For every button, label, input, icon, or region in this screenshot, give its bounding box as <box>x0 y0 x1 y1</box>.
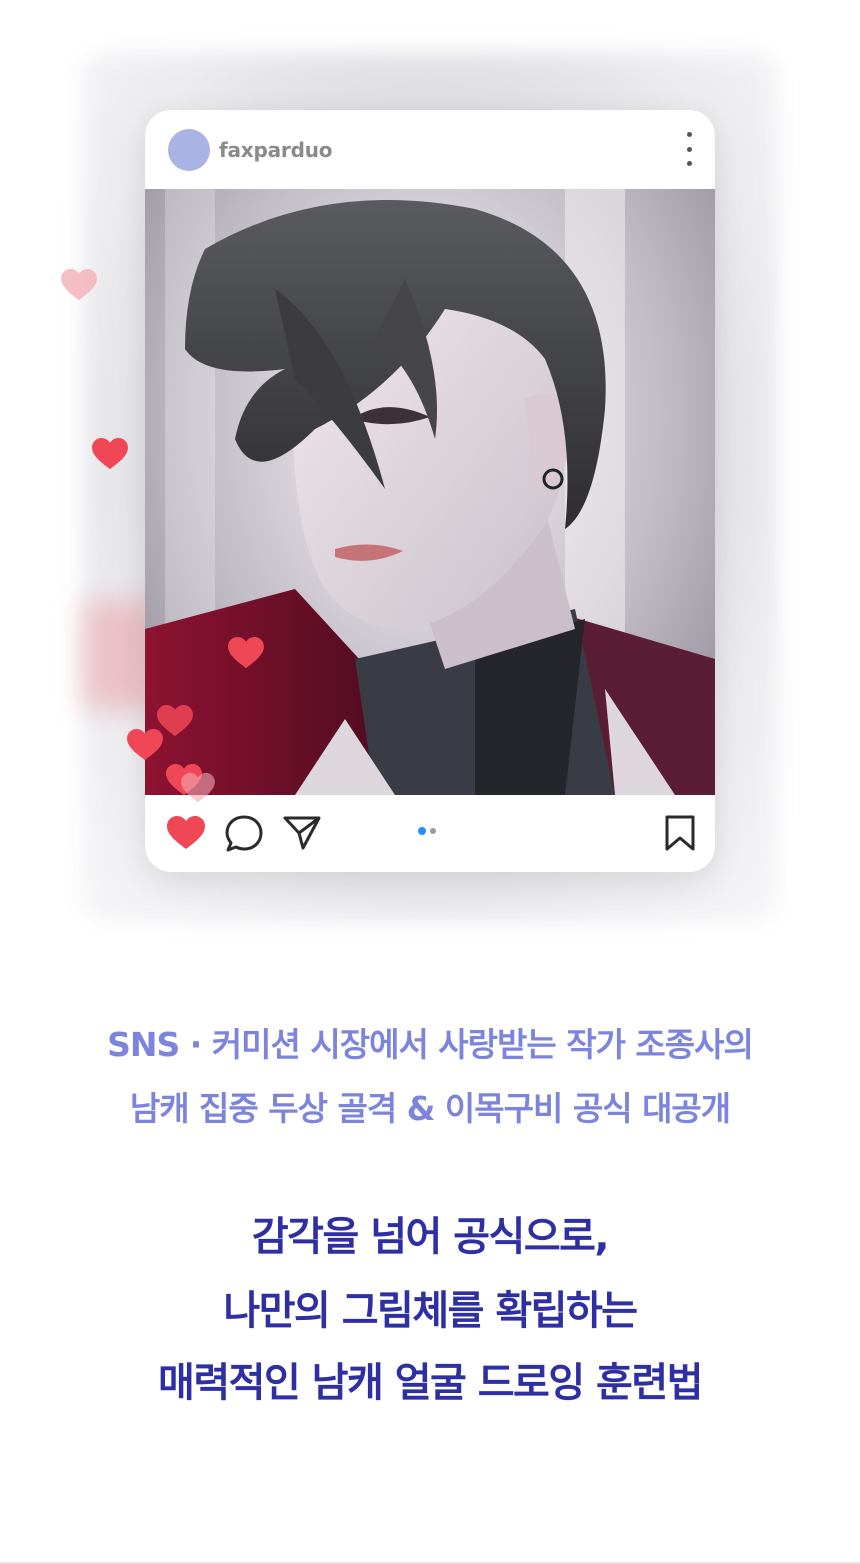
sns-post-card: faxparduo <box>145 110 715 872</box>
portrait-illustration <box>145 189 715 795</box>
post-username[interactable]: faxparduo <box>219 138 332 162</box>
floating-heart-icon <box>228 636 264 669</box>
bookmark-icon[interactable] <box>663 814 697 852</box>
comment-bubble-icon[interactable] <box>224 814 264 854</box>
headline-line-2: 나만의 그림체를 확립하는 <box>223 1288 638 1334</box>
floating-heart-icon <box>127 728 163 761</box>
more-options-button[interactable] <box>679 132 699 166</box>
heart-filled-icon[interactable] <box>166 815 206 851</box>
post-header: faxparduo <box>145 110 715 189</box>
post-image[interactable] <box>145 189 715 795</box>
paper-plane-icon[interactable] <box>282 815 322 851</box>
avatar[interactable] <box>168 129 210 171</box>
carousel-dot-active <box>418 827 426 835</box>
carousel-dot <box>430 828 436 834</box>
carousel-indicator <box>418 827 438 835</box>
floating-heart-icon <box>181 772 215 803</box>
dot-icon <box>686 132 692 137</box>
headline-line-3: 매력적인 남캐 얼굴 드로잉 훈련법 <box>158 1360 703 1406</box>
floating-heart-icon <box>61 268 97 301</box>
subtitle-line-1: SNS · 커미션 시장에서 사랑받는 작가 조종사의 <box>107 1025 754 1064</box>
headline-line-1: 감각을 넘어 공식으로, <box>251 1214 610 1260</box>
subtitle-line-2: 남캐 집중 두상 골격 & 이목구비 공식 대공개 <box>129 1089 731 1128</box>
floating-heart-icon <box>92 437 128 470</box>
post-action-bar <box>145 795 715 872</box>
dot-icon <box>686 146 692 152</box>
dot-icon <box>686 161 692 166</box>
